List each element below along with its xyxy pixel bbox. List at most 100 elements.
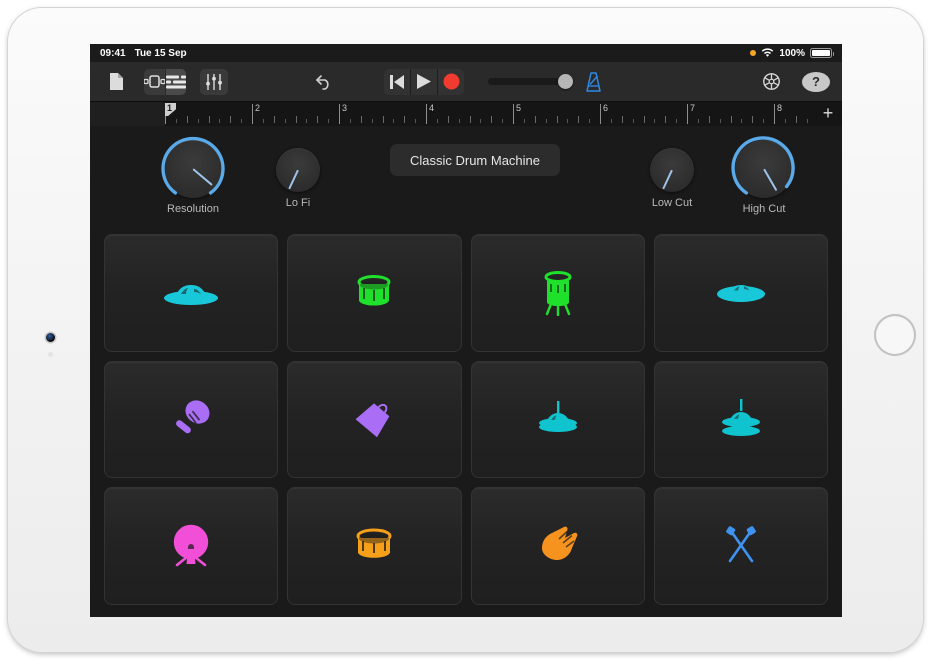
- battery-icon: [810, 48, 832, 58]
- pad-snare[interactable]: [287, 234, 461, 352]
- ruler-bar[interactable]: 8: [774, 102, 816, 126]
- playhead-marker[interactable]: 1: [165, 103, 177, 125]
- record-icon[interactable]: [437, 69, 464, 95]
- ruler-bar[interactable]: 4: [426, 102, 513, 126]
- status-bar: 09:41 Tue 15 Sep 100%: [90, 44, 842, 62]
- pad-sticks[interactable]: [654, 487, 828, 605]
- maraca-icon: [169, 397, 213, 441]
- toolbar: ?: [90, 62, 842, 102]
- ruler-tick: [393, 119, 394, 123]
- pad-kick-drum[interactable]: [104, 487, 278, 605]
- drum-machine-plugin-panel: Resolution Lo Fi Low Cut: [90, 126, 842, 617]
- ruler-tick: [676, 119, 677, 123]
- ruler-tick: [720, 119, 721, 123]
- pad-hand-clap[interactable]: [471, 487, 645, 605]
- view-mode-segmented-control: [144, 69, 186, 95]
- pad-tom[interactable]: [471, 234, 645, 352]
- ruler-bar[interactable]: 3: [339, 102, 426, 126]
- status-time: 09:41: [100, 48, 126, 59]
- ruler-tick: [741, 119, 742, 123]
- metronome-icon[interactable]: [580, 69, 608, 95]
- help-button[interactable]: ?: [802, 72, 830, 92]
- cells-view-icon[interactable]: [144, 69, 165, 95]
- ruler-tick: [622, 116, 623, 123]
- pad-open-hihat[interactable]: [654, 361, 828, 479]
- ruler-tick: [350, 119, 351, 123]
- ruler-bar[interactable]: 7: [687, 102, 774, 126]
- pad-hihat-pedal[interactable]: [471, 361, 645, 479]
- add-section-button[interactable]: +: [818, 104, 838, 124]
- undo-icon[interactable]: [310, 69, 338, 95]
- ruler-tick: [502, 119, 503, 123]
- ruler-tick: [796, 116, 797, 123]
- knob-resolution[interactable]: Resolution: [148, 140, 238, 215]
- knob-high-cut[interactable]: High Cut: [719, 140, 809, 215]
- master-volume-knob[interactable]: [558, 74, 573, 89]
- master-volume-slider[interactable]: [488, 78, 560, 85]
- ruler-tick: [470, 116, 471, 123]
- wifi-icon: [761, 48, 774, 58]
- ruler-tick: [404, 116, 405, 123]
- ruler-tick: [589, 119, 590, 123]
- play-icon[interactable]: [410, 69, 437, 95]
- knob-lofi[interactable]: Lo Fi: [253, 148, 343, 209]
- ruler-tick: [752, 116, 753, 123]
- ruler-bar-line: [426, 104, 427, 124]
- ruler-tick: [807, 119, 808, 123]
- ruler-tick: [383, 116, 384, 123]
- knob-row: Resolution Lo Fi Low Cut: [90, 126, 842, 230]
- ruler-tick: [437, 119, 438, 123]
- ipad-screen: 09:41 Tue 15 Sep 100%: [90, 44, 842, 617]
- ambient-sensor-icon: [48, 352, 53, 357]
- ruler-bar-line: [774, 104, 775, 124]
- ruler-tick: [709, 116, 710, 123]
- front-camera-icon: [46, 333, 55, 342]
- transport-controls: [384, 69, 464, 95]
- ruler-tick: [633, 119, 634, 123]
- ruler-tick: [763, 119, 764, 123]
- pad-cowbell[interactable]: [287, 361, 461, 479]
- plugin-title-button[interactable]: Classic Drum Machine: [390, 144, 560, 176]
- tom-drum-icon: [539, 270, 577, 316]
- tracks-view-icon[interactable]: [165, 69, 186, 95]
- ruler-tick: [187, 116, 188, 123]
- ruler-tick: [654, 119, 655, 123]
- timeline-ruler[interactable]: 1 2345678 1 +: [90, 102, 842, 127]
- ruler-tick: [665, 116, 666, 123]
- ruler-tick: [274, 116, 275, 123]
- ruler-left-pad: [90, 102, 165, 126]
- hand-clap-icon: [537, 526, 579, 566]
- battery-percent-label: 100%: [779, 48, 805, 59]
- ruler-tick: [328, 119, 329, 123]
- ruler-bar[interactable]: 2: [252, 102, 339, 126]
- ruler-tick: [491, 116, 492, 123]
- ruler-bar[interactable]: 5: [513, 102, 600, 126]
- drumsticks-icon: [719, 525, 763, 567]
- rewind-icon[interactable]: [384, 69, 410, 95]
- pad-closed-hihat[interactable]: [654, 234, 828, 352]
- pad-maraca[interactable]: [104, 361, 278, 479]
- ruler-tick: [361, 116, 362, 123]
- ruler-tick: [644, 116, 645, 123]
- knob-low-cut[interactable]: Low Cut: [627, 148, 717, 209]
- ruler-bars[interactable]: 1 2345678: [165, 102, 816, 126]
- ruler-tick: [459, 119, 460, 123]
- ruler-tick: [241, 119, 242, 123]
- ruler-tick: [415, 119, 416, 123]
- knob-label-low-cut: Low Cut: [627, 197, 717, 209]
- pad-crash-cymbal[interactable]: [104, 234, 278, 352]
- home-button[interactable]: [874, 314, 916, 356]
- ruler-tick: [546, 119, 547, 123]
- recording-indicator-icon: [750, 50, 756, 56]
- knob-label-resolution: Resolution: [148, 203, 238, 215]
- mixer-faders-icon[interactable]: [200, 69, 228, 95]
- ruler-bar[interactable]: 1: [165, 102, 252, 126]
- gear-icon[interactable]: [758, 69, 786, 95]
- pad-snare-rim[interactable]: [287, 487, 461, 605]
- ruler-bar-line: [339, 104, 340, 124]
- snare-drum-alt-icon: [352, 527, 396, 565]
- ruler-tick: [557, 116, 558, 123]
- document-icon[interactable]: [102, 69, 130, 95]
- ruler-bar[interactable]: 6: [600, 102, 687, 126]
- ipad-device-frame: 09:41 Tue 15 Sep 100%: [8, 8, 923, 652]
